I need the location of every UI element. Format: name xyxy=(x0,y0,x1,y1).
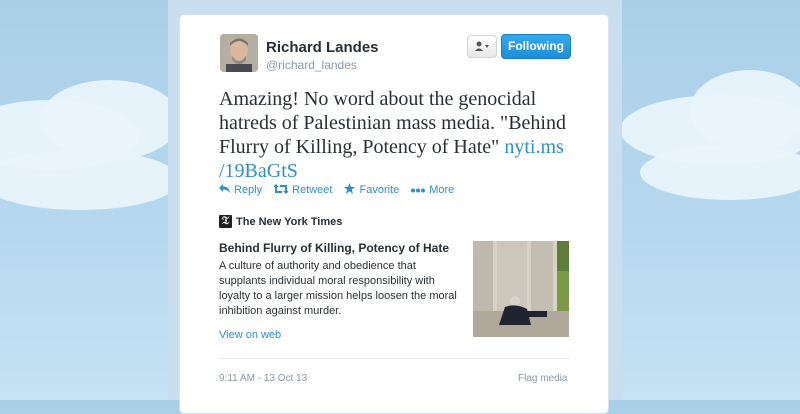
article-title[interactable]: Behind Flurry of Killing, Potency of Hat… xyxy=(219,241,449,255)
reply-icon xyxy=(219,184,230,196)
tweet-card: Richard Landes @richard_landes Following… xyxy=(179,14,609,414)
card-source[interactable]: 𝔗 The New York Times xyxy=(219,215,342,228)
tweet-timestamp[interactable]: 9:11 AM - 13 Oct 13 xyxy=(219,373,307,384)
background-cloud xyxy=(40,80,180,160)
tweet-text: Amazing! No word about the genocidal hat… xyxy=(219,87,589,183)
tweet-actions: Reply Retweet Favorite More xyxy=(219,183,454,197)
star-icon xyxy=(344,183,356,197)
following-button[interactable]: Following xyxy=(501,34,571,59)
retweet-label: Retweet xyxy=(292,184,333,196)
article-thumbnail[interactable] xyxy=(473,241,569,337)
favorite-action[interactable]: Favorite xyxy=(344,183,399,197)
retweet-action[interactable]: Retweet xyxy=(273,183,333,197)
nyt-logo-icon: 𝔗 xyxy=(219,215,232,228)
reply-label: Reply xyxy=(234,184,263,196)
background-cloud xyxy=(0,150,180,210)
background-cloud xyxy=(690,70,800,150)
more-action[interactable]: More xyxy=(411,183,454,197)
flag-media-link[interactable]: Flag media xyxy=(518,373,567,384)
article-description: A culture of authority and obedience tha… xyxy=(219,260,457,317)
author-name[interactable]: Richard Landes xyxy=(266,39,379,56)
more-label: More xyxy=(429,184,455,196)
card-source-name: The New York Times xyxy=(236,215,343,228)
avatar[interactable] xyxy=(220,34,258,72)
reply-action[interactable]: Reply xyxy=(219,183,262,197)
more-icon xyxy=(411,184,426,196)
retweet-icon xyxy=(273,183,290,197)
favorite-label: Favorite xyxy=(359,184,400,196)
background-cloud xyxy=(640,145,800,200)
divider xyxy=(219,358,569,359)
user-dropdown-icon xyxy=(474,38,490,56)
user-actions-button[interactable] xyxy=(467,35,497,58)
view-on-web-link[interactable]: View on web xyxy=(219,329,281,341)
author-handle[interactable]: @richard_landes xyxy=(266,58,357,72)
